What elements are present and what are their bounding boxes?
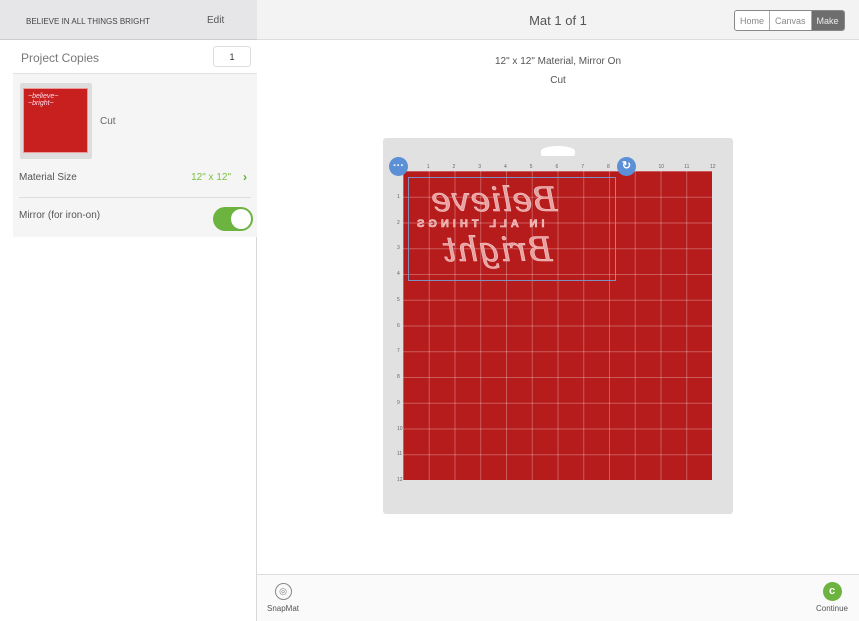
ruler-tick-y: 5 xyxy=(397,296,400,303)
ruler-tick-y: 2 xyxy=(397,219,400,226)
edit-button[interactable]: Edit xyxy=(207,15,224,26)
operation-info: Cut xyxy=(550,75,566,86)
mat-operation-label: Cut xyxy=(100,116,116,127)
divider xyxy=(19,197,251,198)
material-info: 12" x 12" Material, Mirror On xyxy=(494,56,622,67)
mat-card[interactable]: ~believe~ ~bright~ Cut Material Size 12" … xyxy=(13,74,257,237)
design-text-believe: Believe xyxy=(431,180,558,221)
mirror-label: Mirror (for iron-on) xyxy=(19,210,101,221)
continue-label: Continue xyxy=(815,604,849,613)
ruler-tick-x: 1 xyxy=(426,164,430,170)
ruler-tick-x: 3 xyxy=(478,164,482,170)
main-header: Mat 1 of 1 Home Canvas Make xyxy=(257,0,859,40)
footer-bar: ◎ SnapMat c Continue xyxy=(257,574,859,621)
ruler-tick-y: 7 xyxy=(397,348,400,355)
project-copies-row: Project Copies xyxy=(13,40,257,74)
chevron-right-icon[interactable]: › xyxy=(243,170,247,184)
ruler-tick-y: 10 xyxy=(397,425,403,432)
snapmat-label: SnapMat xyxy=(266,604,300,613)
ruler-tick-x: 11 xyxy=(684,164,690,170)
rotate-icon[interactable]: ↻ xyxy=(617,157,636,176)
design-selection[interactable]: Believe IN ALL THINGS Bright xyxy=(408,177,616,281)
ruler-tick-x: 4 xyxy=(504,164,507,170)
ruler-tick-x: 7 xyxy=(581,164,585,170)
nav-make-button[interactable]: Make xyxy=(811,11,844,30)
project-copies-label: Project Copies xyxy=(21,51,100,65)
nav-canvas-button[interactable]: Canvas xyxy=(770,11,812,30)
project-copies-input[interactable] xyxy=(213,46,251,67)
ruler-tick-x: 6 xyxy=(555,164,559,170)
material-size-row[interactable]: Material Size 12" x 12" › xyxy=(19,170,251,184)
ruler-tick-y: 12 xyxy=(397,477,403,483)
ruler-tick-x: 12 xyxy=(710,164,716,170)
ruler-tick-y: 3 xyxy=(397,245,400,252)
toggle-knob xyxy=(231,209,251,229)
mat-thumbnail[interactable]: ~believe~ ~bright~ xyxy=(20,83,92,159)
ruler-tick-y: 1 xyxy=(397,193,400,200)
ruler-tick-y: 6 xyxy=(397,322,400,329)
ruler-tick-x: 2 xyxy=(452,164,456,170)
more-options-icon[interactable]: ··· xyxy=(389,157,408,176)
nav-home-button[interactable]: Home xyxy=(735,11,771,30)
design-text-bright: Bright xyxy=(443,230,553,271)
cricut-logo-icon: c xyxy=(822,582,842,601)
ruler-tick-x: 10 xyxy=(658,164,665,170)
material-size-label: Material Size xyxy=(19,172,77,183)
nav-segmented-control: Home Canvas Make xyxy=(734,10,845,31)
ruler-tick-y: 9 xyxy=(397,399,400,406)
mat-notch xyxy=(541,146,575,156)
material-size-value: 12" x 12" xyxy=(191,172,231,183)
ruler-tick-y: 8 xyxy=(397,374,400,380)
project-header: BELIEVE IN ALL THINGS BRIGHT Edit xyxy=(0,0,257,40)
snapmat-button[interactable]: ◎ SnapMat xyxy=(265,581,301,613)
camera-icon: ◎ xyxy=(274,583,292,600)
mirror-toggle[interactable] xyxy=(213,207,253,231)
left-panel: BELIEVE IN ALL THINGS BRIGHT Edit Projec… xyxy=(0,0,257,621)
ruler-tick-x: 5 xyxy=(529,164,533,170)
ruler-tick-y: 11 xyxy=(397,451,403,458)
continue-button[interactable]: c Continue xyxy=(810,581,854,613)
ruler-tick-x: 8 xyxy=(607,164,610,170)
project-title: BELIEVE IN ALL THINGS BRIGHT xyxy=(26,17,151,26)
ruler-tick-y: 4 xyxy=(397,271,400,277)
design-text-in-all-things: IN ALL THINGS xyxy=(413,218,545,231)
